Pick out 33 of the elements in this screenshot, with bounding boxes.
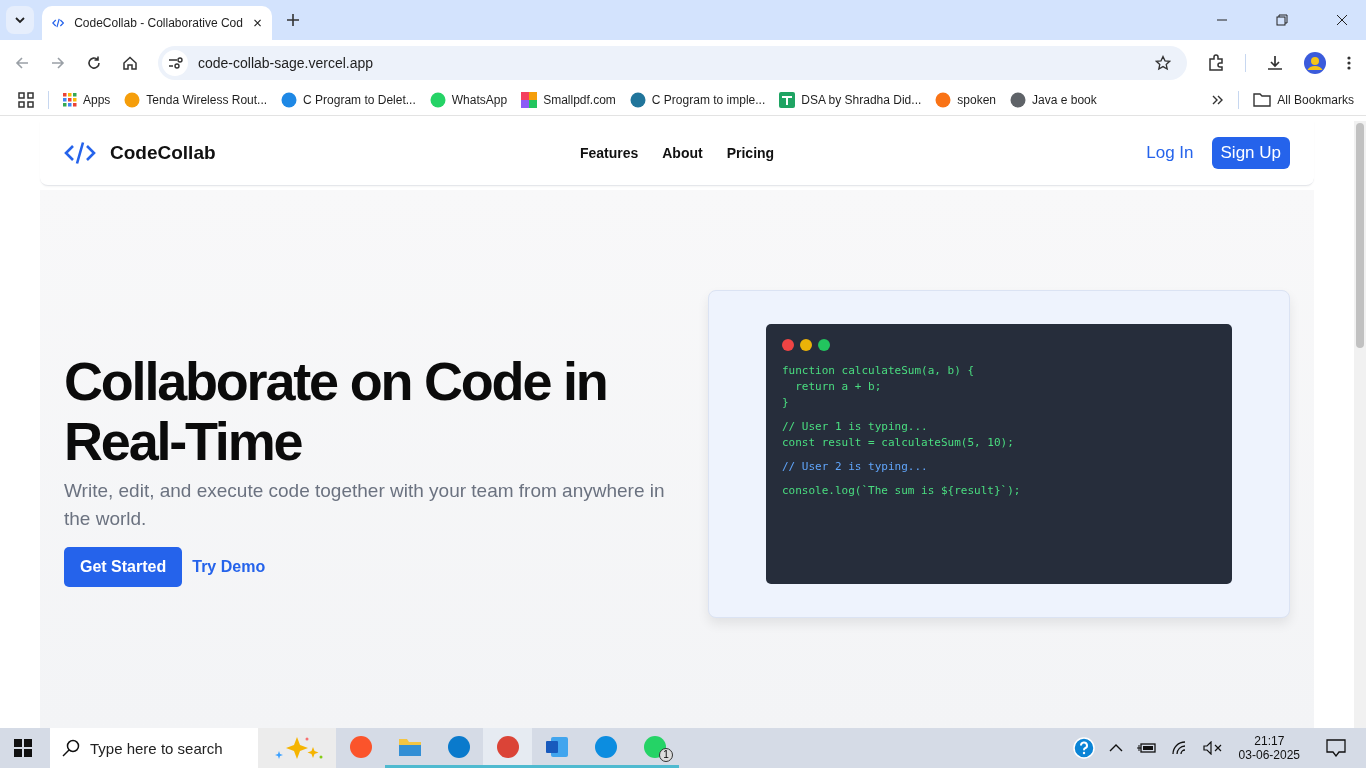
- brand-name[interactable]: CodeCollab: [110, 142, 216, 164]
- code-line: // User 1 is typing...: [782, 419, 929, 435]
- bookmark[interactable]: Tenda Wireless Rout...: [124, 92, 268, 108]
- bookmark[interactable]: DSA by Shradha Did...: [779, 92, 922, 108]
- code-line: function calculateSum(a, b) {: [782, 363, 976, 379]
- bookmark[interactable]: C Program to Delet...: [281, 92, 416, 108]
- clock[interactable]: 21:17 03-06-2025: [1238, 734, 1300, 762]
- bookmark[interactable]: C Program to imple...: [629, 92, 766, 108]
- code-line: const result = calculateSum(5, 10);: [782, 435, 1015, 451]
- code-line: return a + b;: [794, 379, 883, 395]
- taskbar-search-field[interactable]: Type here to search: [50, 728, 258, 768]
- address-bar[interactable]: code-collab-sage.vercel.app: [158, 45, 1187, 80]
- code-line: console.log(`The sum is ${result}`);: [782, 483, 1022, 499]
- code-line: }: [782, 395, 790, 411]
- taskbar-app[interactable]: 1: [630, 728, 679, 768]
- bookmark[interactable]: WhatsApp: [429, 92, 508, 108]
- hero-title: Collaborate on Code in Real-Time: [64, 351, 608, 471]
- code-line: // User 2 is typing...: [782, 459, 929, 475]
- get-started-button[interactable]: Get Started: [64, 547, 183, 587]
- nav-link[interactable]: About: [662, 145, 703, 161]
- browser-tab[interactable]: CodeCollab - Collaborative Cod: [42, 6, 272, 40]
- bookmark[interactable]: Java e book: [1010, 92, 1097, 108]
- bookmarks-folder[interactable]: All Bookmarks: [1253, 93, 1354, 107]
- bookmark[interactable]: Apps: [63, 93, 111, 107]
- hero-subtitle: Write, edit, and execute code together with your team from anywhere in the world.: [64, 479, 666, 531]
- count-badge: 1: [659, 748, 673, 762]
- nav-link[interactable]: Features: [579, 145, 639, 161]
- nav-link[interactable]: Pricing: [726, 145, 775, 161]
- signup-button[interactable]: Sign Up: [1211, 137, 1290, 169]
- bookmark[interactable]: spoken: [935, 92, 996, 108]
- login-link[interactable]: Log In: [1146, 143, 1194, 163]
- demo-link[interactable]: Try Demo: [192, 558, 266, 576]
- bookmark[interactable]: Smallpdf.com: [521, 92, 616, 108]
